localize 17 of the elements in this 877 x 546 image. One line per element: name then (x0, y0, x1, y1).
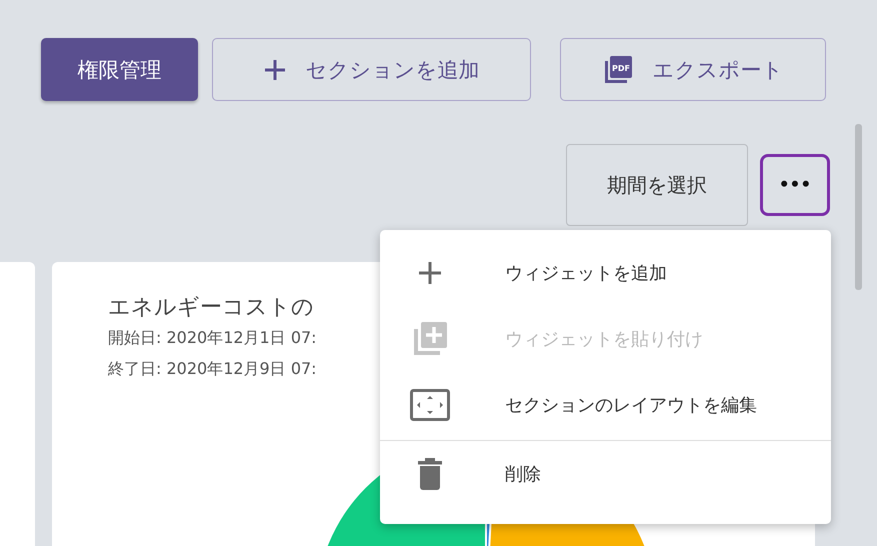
scrollbar-thumb[interactable] (855, 124, 862, 290)
permissions-button[interactable]: 権限管理 (41, 38, 198, 101)
date-range-text: 開始日: 2020年12月1日 07: (108, 328, 317, 349)
add-section-button[interactable]: セクションを追加 (212, 38, 531, 101)
more-options-button[interactable]: ••• (760, 154, 830, 216)
menu-item[interactable]: ウィジェットを追加 (380, 240, 831, 306)
trash-icon (417, 458, 443, 490)
menu-item[interactable]: セクションのレイアウトを編集 (380, 372, 831, 438)
date-range-text: 終了日: 2020年12月9日 07: (108, 359, 317, 380)
frame-arrows-icon (410, 389, 450, 421)
widget-title: エネルギーコストの (108, 294, 314, 322)
menu-item[interactable]: 削除 (380, 440, 831, 507)
add-to-stack-icon (412, 321, 448, 357)
plus-icon (418, 261, 442, 285)
plus-icon (264, 58, 286, 80)
period-select-button[interactable]: 期間を選択 (566, 144, 748, 226)
export-button[interactable]: PDF エクスポート (560, 38, 826, 101)
